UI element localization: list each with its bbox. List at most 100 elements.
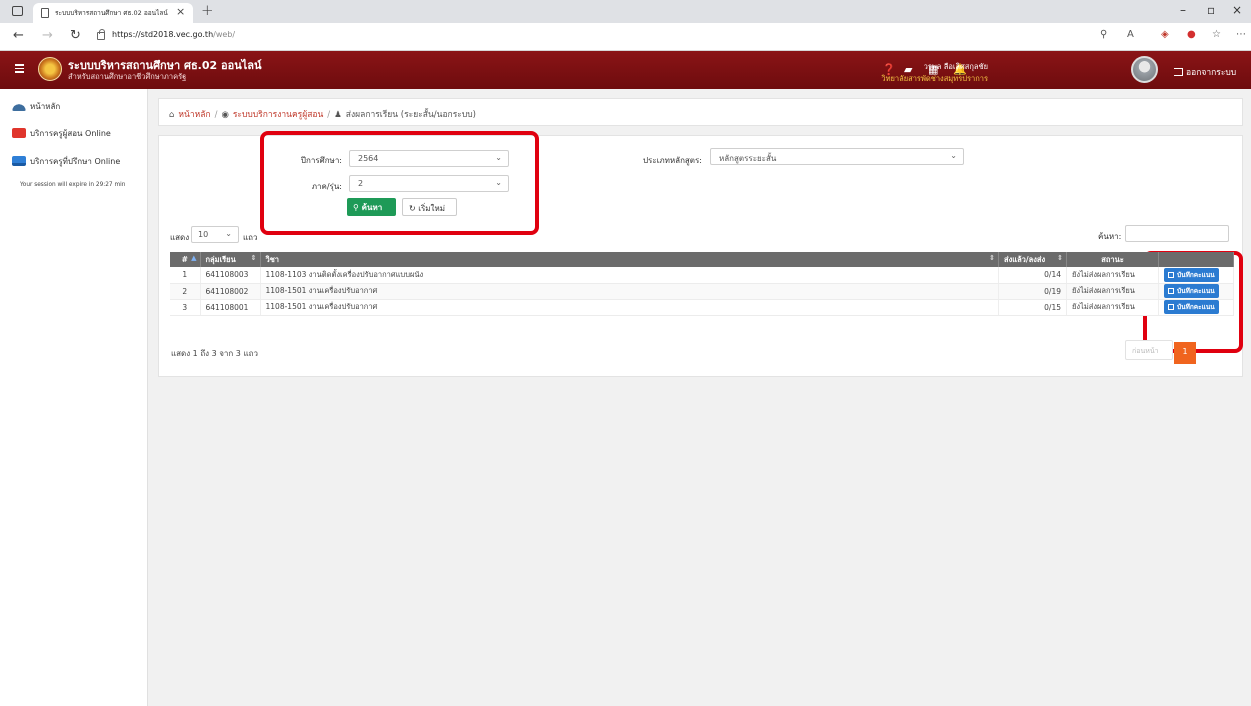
sort-icon: ⇕ [1057, 254, 1063, 262]
address-bar: ← → ↻ https://std2018.vec.go.th/web/ ⚲ A… [0, 23, 1251, 51]
sidebar-item-label: หน้าหลัก [30, 102, 61, 111]
sort-asc-icon: ▲ [191, 254, 197, 262]
table-header-row: # ▲ กลุ่มเรียน ⇕ วิชา ⇕ ส่งแล้ว/ลงส่ง ⇕ สถาน… [170, 252, 1234, 267]
dashboard-icon [12, 101, 26, 111]
user-organization: วิทยาลัยสารพัดช่างสมุทรปราการ [881, 74, 988, 83]
table-row: 3 641108001 1108-1501 งานเครื่องปรับอากา… [170, 299, 1234, 316]
url-host: https://std2018.vec.go.th [112, 30, 214, 39]
sidebar-item-teacher[interactable]: บริการครูผู้สอน Online [12, 127, 111, 141]
save-score-button[interactable]: บันทึกคะแนน [1164, 300, 1219, 314]
app-header: ระบบบริหารสถานศึกษา ศธ.02 ออนไลน์ สำหรับ… [0, 51, 1251, 89]
url-path: /web/ [213, 30, 236, 39]
app-subtitle: สำหรับสถานศึกษาอาชีวศึกษาภาครัฐ [68, 72, 187, 81]
page-icon [41, 8, 49, 18]
browser-tab[interactable]: ระบบบริหารสถานศึกษา ศธ.02 ออนไลน์ × [33, 3, 193, 23]
minimize-button[interactable]: – [1180, 3, 1186, 17]
url-field[interactable]: https://std2018.vec.go.th/web/ [112, 30, 235, 39]
back-icon[interactable]: ← [13, 28, 24, 43]
session-timer: Your session will expire in 29:27 min [20, 182, 126, 188]
menu-toggle-icon[interactable] [15, 64, 24, 73]
tab-close-icon[interactable]: × [176, 5, 185, 18]
row-subject: 1108-1103 งานติดตั้งเครื่องปรับอากาศแบบผ… [260, 267, 999, 284]
breadcrumb: ⌂ หน้าหลัก / ◉ ระบบบริการงานครูผู้สอน / ♟ ส่งผล… [158, 98, 1243, 126]
row-status: ยังไม่ส่งผลการเรียน [1066, 299, 1159, 316]
pagination-page-1[interactable]: 1 [1174, 342, 1196, 364]
column-header-status[interactable]: สถานะ [1066, 252, 1159, 267]
search-label: ค้นหา: [1098, 232, 1122, 241]
course-type-label: ประเภทหลักสูตร: [642, 156, 702, 165]
extension-red-icon[interactable]: ● [1187, 29, 1196, 40]
breadcrumb-home[interactable]: หน้าหลัก [178, 110, 210, 120]
user-circle-icon: ◉ [221, 110, 229, 120]
row-action-cell: บันทึกคะแนน [1158, 267, 1234, 284]
page-size-select[interactable]: 10 ⌄ [191, 226, 239, 243]
chevron-down-icon: ⌄ [225, 229, 232, 238]
avatar[interactable] [1131, 56, 1158, 83]
row-sent: 0/14 [998, 267, 1067, 284]
row-sent: 0/19 [998, 283, 1067, 300]
row-group: 641108001 [200, 299, 261, 316]
table-row: 2 641108002 1108-1501 งานเครื่องปรับอากา… [170, 283, 1234, 300]
sidebar-item-label: บริการครูผู้สอน Online [30, 129, 111, 138]
show-label: แสดง [170, 233, 190, 242]
column-header-sent[interactable]: ส่งแล้ว/ลงส่ง ⇕ [998, 252, 1067, 267]
save-score-button[interactable]: บันทึกคะแนน [1164, 267, 1219, 282]
key-icon[interactable]: ⚲ [1100, 29, 1107, 40]
course-type-value: หลักสูตรระยะสั้น [719, 154, 777, 163]
sort-icon: ⇕ [989, 254, 995, 262]
sidebar-item-home[interactable]: หน้าหลัก [12, 100, 60, 114]
results-table: # ▲ กลุ่มเรียน ⇕ วิชา ⇕ ส่งแล้ว/ลงส่ง ⇕ สถาน… [170, 252, 1234, 316]
user-name: วรพล ลือเลิศสกุลชัย [923, 62, 988, 71]
row-subject: 1108-1501 งานเครื่องปรับอากาศ [260, 283, 999, 300]
sort-icon: ⇕ [250, 254, 257, 262]
row-sent: 0/15 [998, 299, 1067, 316]
window-menu-icon[interactable] [12, 6, 23, 16]
chevron-down-icon: ⌄ [950, 151, 957, 160]
sidebar: หน้าหลัก บริการครูผู้สอน Online บริการคร… [0, 89, 148, 706]
page-size-value: 10 [198, 230, 209, 239]
breadcrumb-section[interactable]: ระบบบริการงานครูผู้สอน [233, 110, 323, 120]
breadcrumb-current: ส่งผลการเรียน (ระยะสั้น/นอกระบบ) [345, 110, 476, 120]
maximize-button[interactable]: ▫ [1207, 3, 1215, 17]
row-action-cell: บันทึกคะแนน [1158, 299, 1234, 316]
row-status: ยังไม่ส่งผลการเรียน [1066, 283, 1159, 300]
forward-icon[interactable]: → [42, 28, 53, 43]
logout-label: ออกจากระบบ [1186, 68, 1237, 78]
sidebar-item-advisor[interactable]: บริการครูที่ปรึกษา Online [12, 155, 120, 169]
lock-icon [97, 29, 105, 40]
logout-button[interactable]: ออกจากระบบ [1174, 65, 1236, 79]
refresh-icon[interactable]: ↻ [70, 28, 81, 43]
breadcrumb-separator: / [327, 110, 331, 120]
table-search-input[interactable] [1125, 225, 1229, 242]
read-aloud-icon[interactable]: A [1127, 29, 1134, 40]
logo [38, 57, 62, 81]
rows-label: แถว [243, 233, 258, 242]
floppy-icon [1168, 288, 1174, 294]
row-index: 3 [170, 299, 201, 316]
favorites-icon[interactable]: ☆ [1212, 29, 1221, 40]
row-group: 641108003 [200, 267, 261, 284]
row-index: 2 [170, 283, 201, 300]
save-score-button[interactable]: บันทึกคะแนน [1164, 284, 1219, 298]
close-window-button[interactable]: × [1232, 3, 1242, 17]
extension-icon[interactable]: ◈ [1161, 29, 1169, 40]
more-icon[interactable]: ⋯ [1236, 29, 1246, 40]
highlight-box-filters [260, 131, 539, 235]
row-index: 1 [170, 267, 201, 284]
sidebar-item-label: บริการครูที่ปรึกษา Online [30, 157, 121, 166]
floppy-icon [1168, 304, 1174, 310]
column-header-index[interactable]: # ▲ [170, 252, 201, 267]
new-tab-button[interactable]: + [201, 1, 214, 19]
column-header-subject[interactable]: วิชา ⇕ [260, 252, 999, 267]
teacher-icon [12, 128, 26, 138]
pagination-prev[interactable]: ก่อนหน้า [1125, 340, 1173, 360]
row-group: 641108002 [200, 283, 261, 300]
course-type-select[interactable]: หลักสูตรระยะสั้น ⌄ [710, 148, 964, 165]
breadcrumb-separator: / [214, 110, 218, 120]
row-subject: 1108-1501 งานเครื่องปรับอากาศ [260, 299, 999, 316]
row-action-cell: บันทึกคะแนน [1158, 283, 1234, 300]
table-row: 1 641108003 1108-1103 งานติดตั้งเครื่องป… [170, 267, 1234, 284]
users-icon: ♟ [334, 110, 342, 120]
column-header-group[interactable]: กลุ่มเรียน ⇕ [200, 252, 261, 267]
tab-title: ระบบบริหารสถานศึกษา ศธ.02 ออนไลน์ [55, 9, 168, 17]
